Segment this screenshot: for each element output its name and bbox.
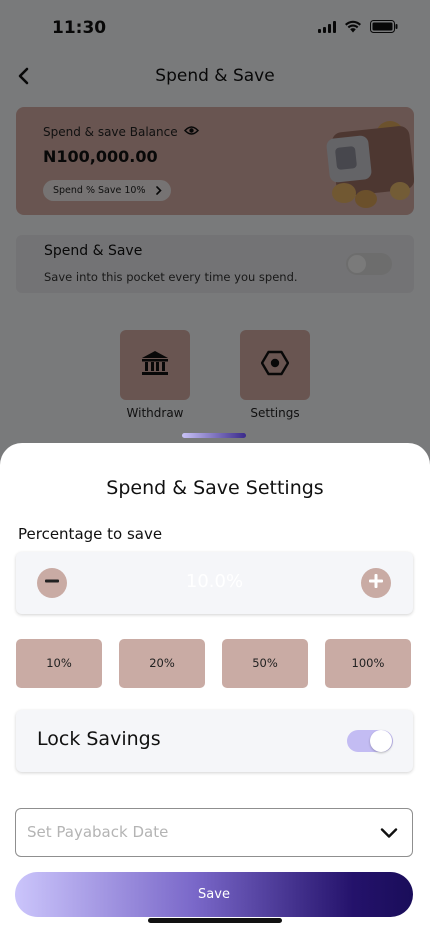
lock-savings-card: Lock Savings [16,710,413,772]
increase-button[interactable] [361,568,391,598]
percentage-stepper: 10.0% [16,552,413,614]
preset-100-button[interactable]: 100% [325,639,411,688]
preset-20-button[interactable]: 20% [119,639,205,688]
preset-10-button[interactable]: 10% [16,639,102,688]
chevron-down-icon [380,824,398,846]
payback-date-placeholder: Set Payaback Date [27,823,169,841]
sheet-title: Spend & Save Settings [106,477,324,499]
sheet-drag-handle[interactable] [182,433,246,438]
payback-date-dropdown[interactable]: Set Payaback Date [15,808,413,857]
save-button[interactable]: Save [15,872,413,917]
percentage-value[interactable]: 10.0% [16,571,413,592]
preset-50-button[interactable]: 50% [222,639,308,688]
percentage-label: Percentage to save [18,525,163,543]
plus-icon [368,573,384,593]
lock-savings-toggle[interactable] [347,730,393,752]
settings-bottom-sheet: Spend & Save Settings Percentage to save… [0,443,430,932]
home-indicator [148,918,282,923]
lock-savings-label: Lock Savings [37,728,161,750]
